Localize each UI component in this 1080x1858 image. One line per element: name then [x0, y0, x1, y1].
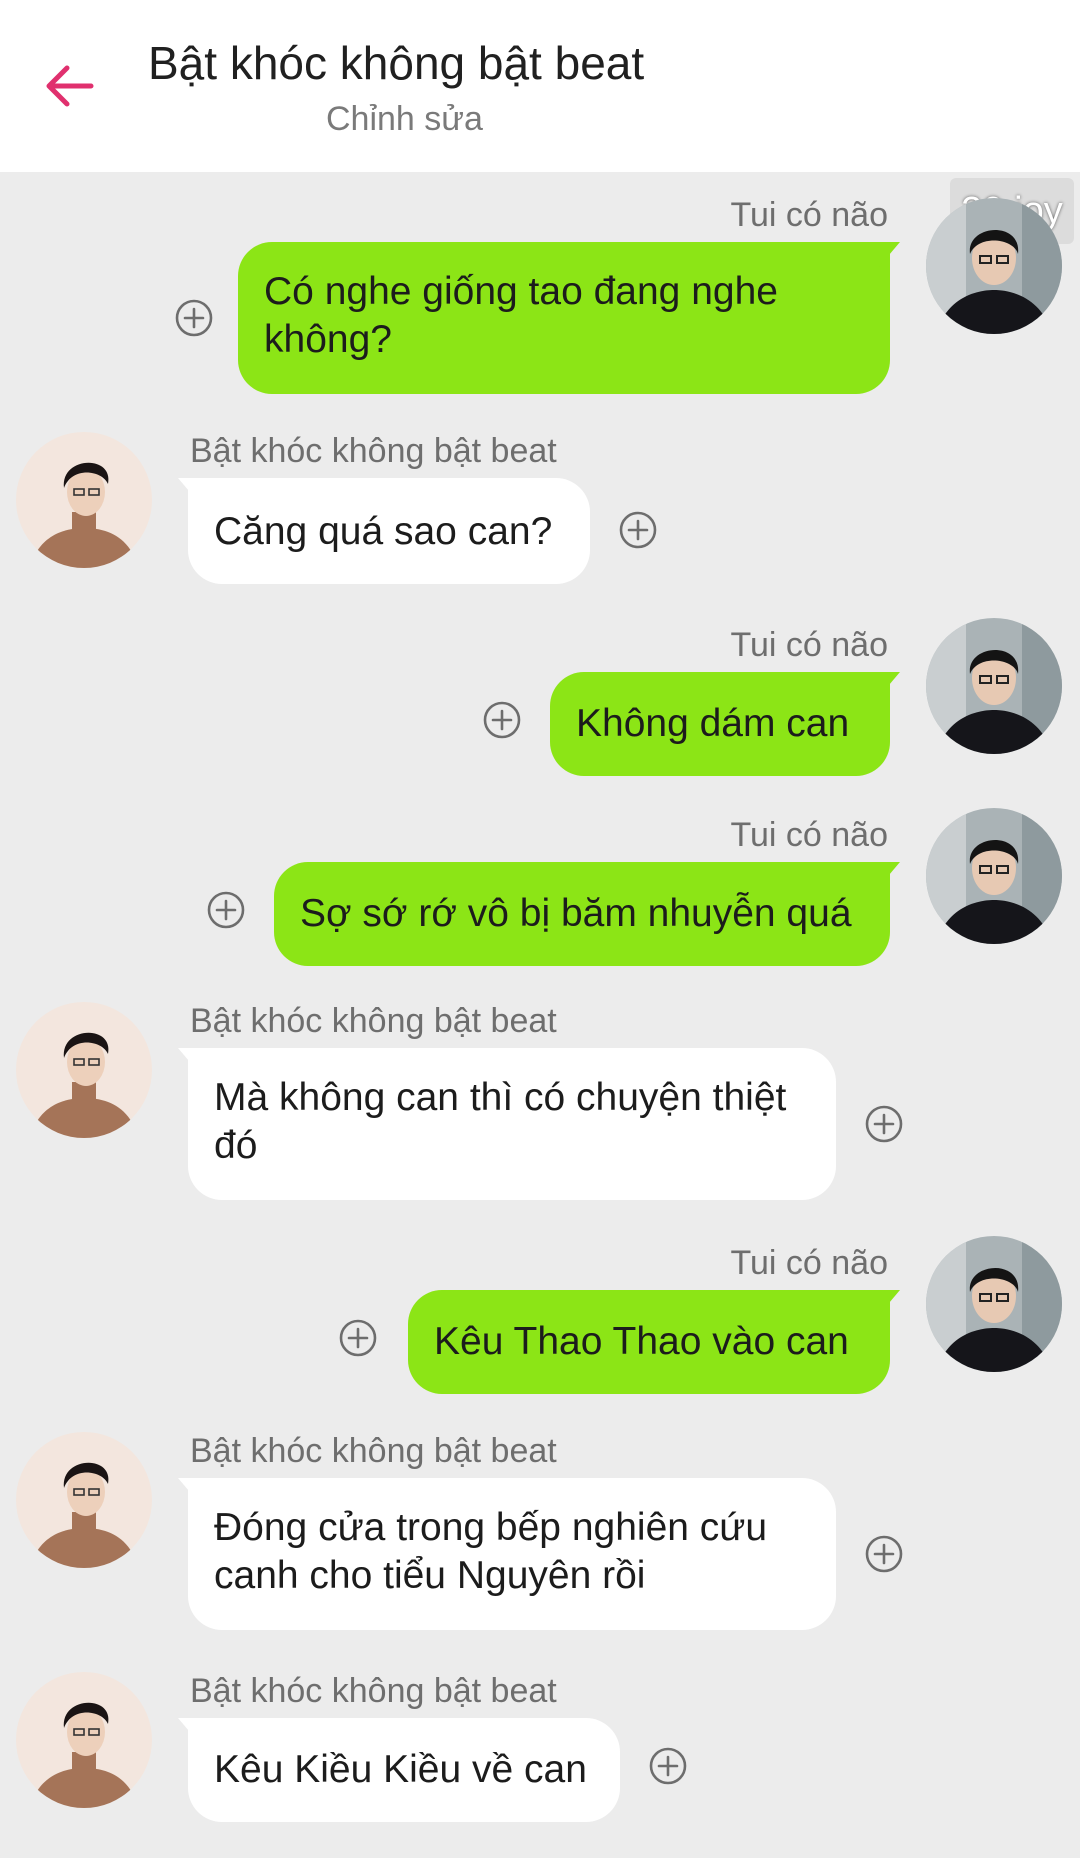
message-bubble[interactable]: Mà không can thì có chuyện thiệt đó: [188, 1048, 836, 1200]
sender-name: Tui có não: [730, 816, 889, 854]
add-reaction-icon[interactable]: [864, 1534, 904, 1574]
chat-header: Bật khóc không bật beat Chỉnh sửa: [0, 0, 1080, 172]
add-reaction-icon[interactable]: [338, 1318, 378, 1358]
message-bubble[interactable]: Đóng cửa trong bếp nghiên cứu canh cho t…: [188, 1478, 836, 1630]
message-bubble[interactable]: Có nghe giống tao đang nghe không?: [238, 242, 890, 394]
sender-name: Tui có não: [730, 626, 889, 664]
arrow-left-icon: [46, 65, 94, 107]
message-bubble[interactable]: Không dám can: [550, 672, 890, 776]
avatar[interactable]: [926, 808, 1062, 944]
add-reaction-icon[interactable]: [618, 510, 658, 550]
chat-title: Bật khóc không bật beat: [148, 37, 645, 89]
sender-name: Bật khóc không bật beat: [190, 432, 557, 470]
add-reaction-icon[interactable]: [174, 298, 214, 338]
sender-name: Tui có não: [730, 1244, 889, 1282]
avatar[interactable]: [16, 1432, 152, 1568]
message-bubble[interactable]: Kêu Kiều Kiều về can: [188, 1718, 620, 1822]
message-bubble[interactable]: Sợ sớ rớ vô bị băm nhuyễn quá: [274, 862, 890, 966]
back-button[interactable]: [36, 58, 102, 114]
add-reaction-icon[interactable]: [482, 700, 522, 740]
avatar[interactable]: [16, 1002, 152, 1138]
message-bubble[interactable]: Kêu Thao Thao vào can: [408, 1290, 890, 1394]
message-bubble[interactable]: Căng quá sao can?: [188, 478, 590, 584]
avatar[interactable]: [926, 198, 1062, 334]
avatar[interactable]: [16, 1672, 152, 1808]
add-reaction-icon[interactable]: [648, 1746, 688, 1786]
avatar[interactable]: [926, 1236, 1062, 1372]
sender-name: Bật khóc không bật beat: [190, 1432, 557, 1470]
sender-name: Tui có não: [730, 196, 889, 234]
avatar[interactable]: [16, 432, 152, 568]
edit-link[interactable]: Chỉnh sửa: [326, 100, 483, 139]
sender-name: Bật khóc không bật beat: [190, 1672, 557, 1710]
avatar[interactable]: [926, 618, 1062, 754]
add-reaction-icon[interactable]: [206, 890, 246, 930]
add-reaction-icon[interactable]: [864, 1104, 904, 1144]
sender-name: Bật khóc không bật beat: [190, 1002, 557, 1040]
